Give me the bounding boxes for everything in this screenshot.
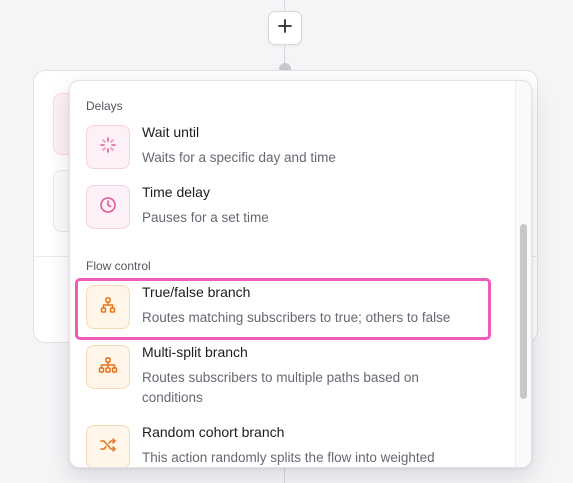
menu-item-description: Waits for a specific day and time — [142, 150, 336, 165]
shuffle-icon — [99, 436, 117, 459]
action-picker-menu[interactable]: Delays Wait until Waits for a specific d… — [69, 80, 532, 468]
menu-item-wait-until[interactable]: Wait until Waits for a specific day and … — [78, 121, 488, 177]
clock-icon — [99, 196, 117, 219]
section-label-flow-control: Flow control — [86, 259, 151, 273]
menu-scrollbar[interactable] — [515, 81, 531, 467]
flow-connector-top — [284, 0, 285, 11]
time-delay-icon-tile — [86, 185, 130, 229]
random-cohort-branch-icon-tile — [86, 425, 130, 467]
multi-split-branch-icon-tile — [86, 345, 130, 389]
true-false-branch-icon-tile — [86, 285, 130, 329]
add-step-button[interactable] — [268, 11, 302, 45]
flow-connector-middle — [284, 45, 285, 65]
menu-item-title: Wait until — [142, 124, 200, 140]
multi-branch-icon — [98, 356, 118, 379]
menu-item-title: Time delay — [142, 184, 210, 200]
menu-item-description: Routes subscribers to multiple paths bas… — [142, 370, 419, 405]
menu-scrollbar-thumb[interactable] — [520, 224, 527, 399]
menu-item-title: Multi-split branch — [142, 344, 248, 360]
menu-item-title: Random cohort branch — [142, 424, 285, 440]
menu-item-title: True/false branch — [142, 284, 251, 300]
branch-split-icon — [99, 296, 117, 319]
loading-spinner-icon — [99, 136, 117, 159]
menu-item-time-delay[interactable]: Time delay Pauses for a set time — [78, 181, 488, 237]
menu-item-description: This action randomly splits the flow int… — [142, 450, 435, 465]
section-label-delays: Delays — [86, 99, 123, 113]
wait-until-icon-tile — [86, 125, 130, 169]
menu-item-description: Routes matching subscribers to true; oth… — [142, 310, 451, 325]
menu-item-random-cohort-branch[interactable]: Random cohort branch This action randoml… — [78, 421, 488, 467]
plus-icon — [278, 18, 292, 38]
menu-item-description: Pauses for a set time — [142, 210, 269, 225]
menu-item-multi-split-branch[interactable]: Multi-split branch Routes subscribers to… — [78, 341, 488, 411]
menu-item-true-false-branch[interactable]: True/false branch Routes matching subscr… — [75, 278, 491, 340]
